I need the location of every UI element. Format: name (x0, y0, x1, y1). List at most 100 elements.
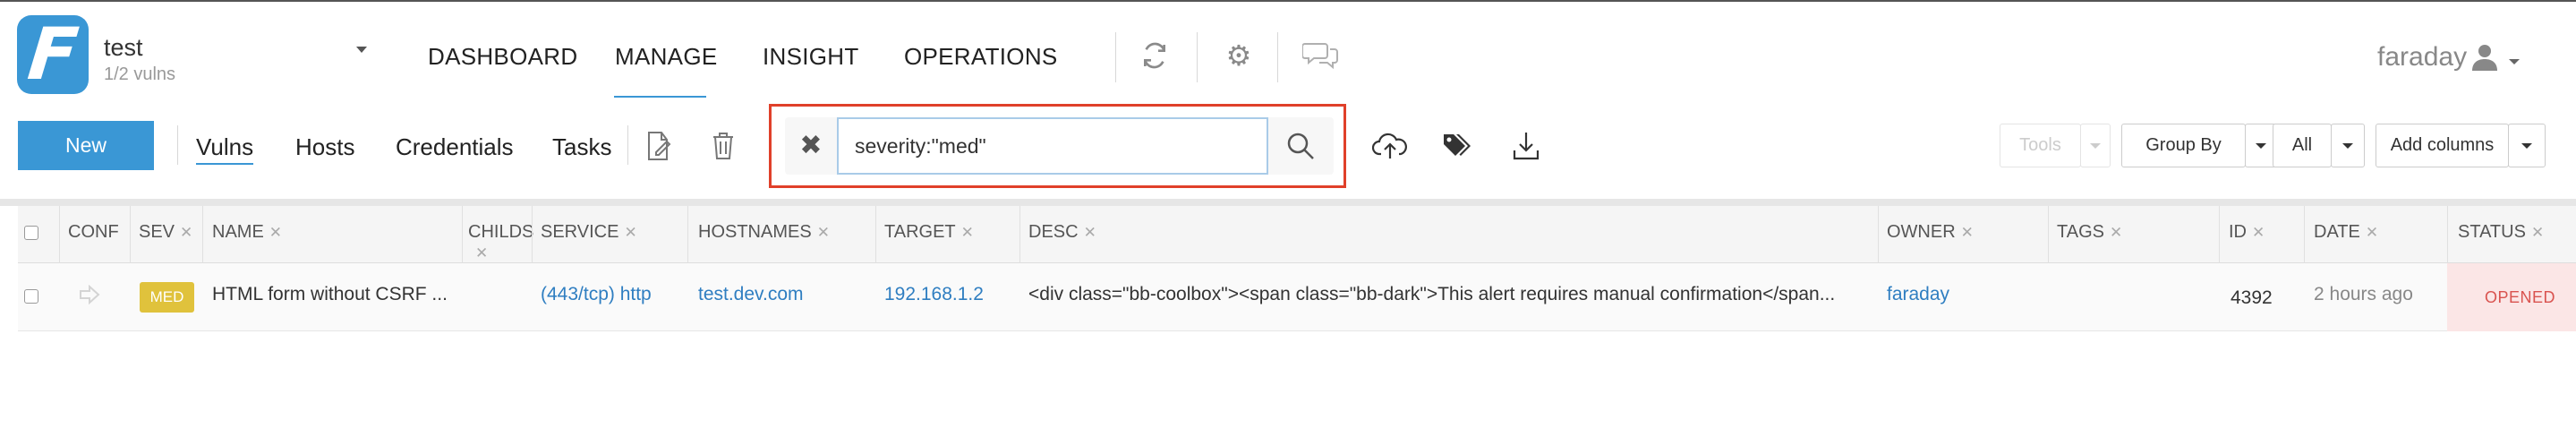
tab-hosts[interactable]: Hosts (295, 133, 354, 161)
tags-icon[interactable] (1439, 128, 1475, 164)
vuln-id: 4392 (2231, 287, 2273, 308)
column-header-owner[interactable]: OWNER ✕ (1887, 222, 1974, 243)
column-header-id[interactable]: ID ✕ (2229, 222, 2265, 243)
column-header-conf[interactable]: CONF (68, 222, 119, 243)
table-header (18, 206, 2576, 263)
clear-search-icon[interactable]: ✖ (795, 127, 827, 163)
nav-insight[interactable]: INSIGHT (763, 43, 859, 71)
tab-vulns[interactable]: Vulns (196, 133, 254, 165)
column-header-name[interactable]: NAME ✕ (212, 222, 282, 243)
severity-badge: MED (140, 282, 194, 313)
remove-column-icon[interactable]: ✕ (961, 224, 974, 241)
column-separator (687, 206, 688, 263)
workspace-vuln-count: 1/2 vulns (104, 64, 176, 84)
gear-icon[interactable]: ⚙ (1221, 38, 1257, 73)
add-columns-caret-icon (2521, 142, 2532, 149)
remove-column-icon[interactable]: ✕ (1961, 224, 1974, 241)
faraday-page: F test 1/2 vulns DASHBOARD MANAGE INSIGH… (0, 0, 2576, 437)
column-header-sev[interactable]: SEV ✕ (139, 222, 192, 243)
trash-icon[interactable] (705, 128, 741, 164)
column-label: STATUS (2458, 222, 2526, 242)
user-menu-caret-icon[interactable] (2509, 59, 2520, 64)
remove-column-icon[interactable]: ✕ (624, 224, 636, 241)
column-label: CONF (68, 222, 119, 242)
remove-column-icon[interactable]: ✕ (2366, 224, 2378, 241)
column-header-tags[interactable]: TAGS ✕ (2057, 222, 2122, 243)
workspace-name[interactable]: test (104, 34, 143, 62)
remove-column-icon[interactable]: ✕ (269, 224, 282, 241)
status-label: OPENED (2485, 287, 2556, 306)
group-by-dropdown[interactable]: Group By (2121, 124, 2246, 167)
remove-column-icon[interactable]: ✕ (2531, 224, 2544, 241)
workspace-dropdown-caret-icon[interactable] (356, 47, 367, 53)
download-icon[interactable] (1508, 128, 1544, 164)
column-separator (462, 206, 463, 263)
upload-cloud-icon[interactable] (1369, 128, 1411, 164)
column-label: TARGET (884, 222, 956, 242)
column-label: NAME (212, 222, 264, 242)
refresh-icon[interactable] (1137, 38, 1173, 73)
comments-icon[interactable] (1300, 38, 1343, 73)
column-label: CHILDS (468, 222, 534, 242)
column-separator (1878, 206, 1879, 263)
add-columns-dropdown[interactable]: Add columns (2376, 124, 2509, 167)
column-separator (2304, 206, 2305, 263)
nav-manage[interactable]: MANAGE (615, 43, 717, 71)
column-label: DATE (2314, 222, 2360, 242)
column-header-target[interactable]: TARGET ✕ (884, 222, 974, 243)
column-separator (2447, 206, 2448, 263)
all-toggle[interactable] (2331, 124, 2365, 167)
column-header-service[interactable]: SERVICE ✕ (541, 222, 637, 243)
faraday-logo[interactable]: F (17, 13, 89, 96)
vuln-owner[interactable]: faraday (1887, 284, 1949, 305)
logo-letter: F (23, 13, 82, 96)
confirm-arrow-icon[interactable] (79, 284, 100, 309)
vuln-service[interactable]: (443/tcp) http (541, 284, 652, 305)
column-label: ID (2229, 222, 2247, 242)
tab-credentials[interactable]: Credentials (396, 133, 514, 161)
remove-column-icon[interactable]: ✕ (1084, 224, 1096, 241)
remove-column-icon[interactable]: ✕ (475, 244, 488, 261)
column-separator (875, 206, 876, 263)
column-header-desc[interactable]: DESC ✕ (1028, 222, 1096, 243)
column-header-date[interactable]: DATE ✕ (2314, 222, 2378, 243)
toolbar-divider (177, 125, 178, 165)
vuln-name[interactable]: HTML form without CSRF ... (212, 284, 448, 305)
remove-column-icon[interactable]: ✕ (2110, 224, 2122, 241)
remove-column-icon[interactable]: ✕ (180, 224, 192, 241)
nav-dashboard[interactable]: DASHBOARD (428, 43, 577, 71)
column-header-childs[interactable]: CHILDS ✕ (468, 222, 533, 263)
tools-label: Tools (2019, 135, 2061, 155)
edit-icon[interactable] (641, 128, 677, 164)
remove-column-icon[interactable]: ✕ (2252, 224, 2265, 241)
tab-tasks[interactable]: Tasks (552, 133, 611, 161)
remove-column-icon[interactable]: ✕ (817, 224, 830, 241)
column-separator (1019, 206, 1020, 263)
tools-caret-icon (2090, 142, 2101, 149)
column-separator (2048, 206, 2049, 263)
all-dropdown[interactable]: All (2273, 124, 2332, 167)
header-divider (1197, 32, 1198, 82)
vuln-description: <div class="bb-coolbox"><span class="bb-… (1028, 284, 1836, 304)
column-separator (202, 206, 203, 263)
new-vuln-button[interactable]: New (18, 121, 154, 170)
select-all-checkbox[interactable] (24, 226, 38, 240)
user-name[interactable]: faraday (2377, 42, 2467, 73)
top-border (0, 0, 2576, 2)
group-by-toggle[interactable] (2245, 124, 2276, 167)
column-header-hostnames[interactable]: HOSTNAMES ✕ (698, 222, 830, 243)
all-caret-icon (2342, 142, 2353, 149)
column-separator (532, 206, 533, 263)
search-input[interactable] (837, 117, 1268, 175)
add-columns-toggle[interactable] (2508, 124, 2546, 167)
column-header-status[interactable]: STATUS ✕ (2458, 222, 2544, 243)
column-separator (130, 206, 131, 263)
nav-operations[interactable]: OPERATIONS (904, 43, 1058, 71)
vuln-status[interactable]: OPENED (2447, 263, 2576, 331)
all-label: All (2291, 135, 2313, 155)
vuln-hostname[interactable]: test.dev.com (698, 284, 804, 305)
user-icon[interactable] (2470, 43, 2499, 76)
vuln-target[interactable]: 192.168.1.2 (884, 284, 984, 305)
search-icon[interactable] (1274, 124, 1327, 168)
row-checkbox[interactable] (24, 289, 38, 304)
